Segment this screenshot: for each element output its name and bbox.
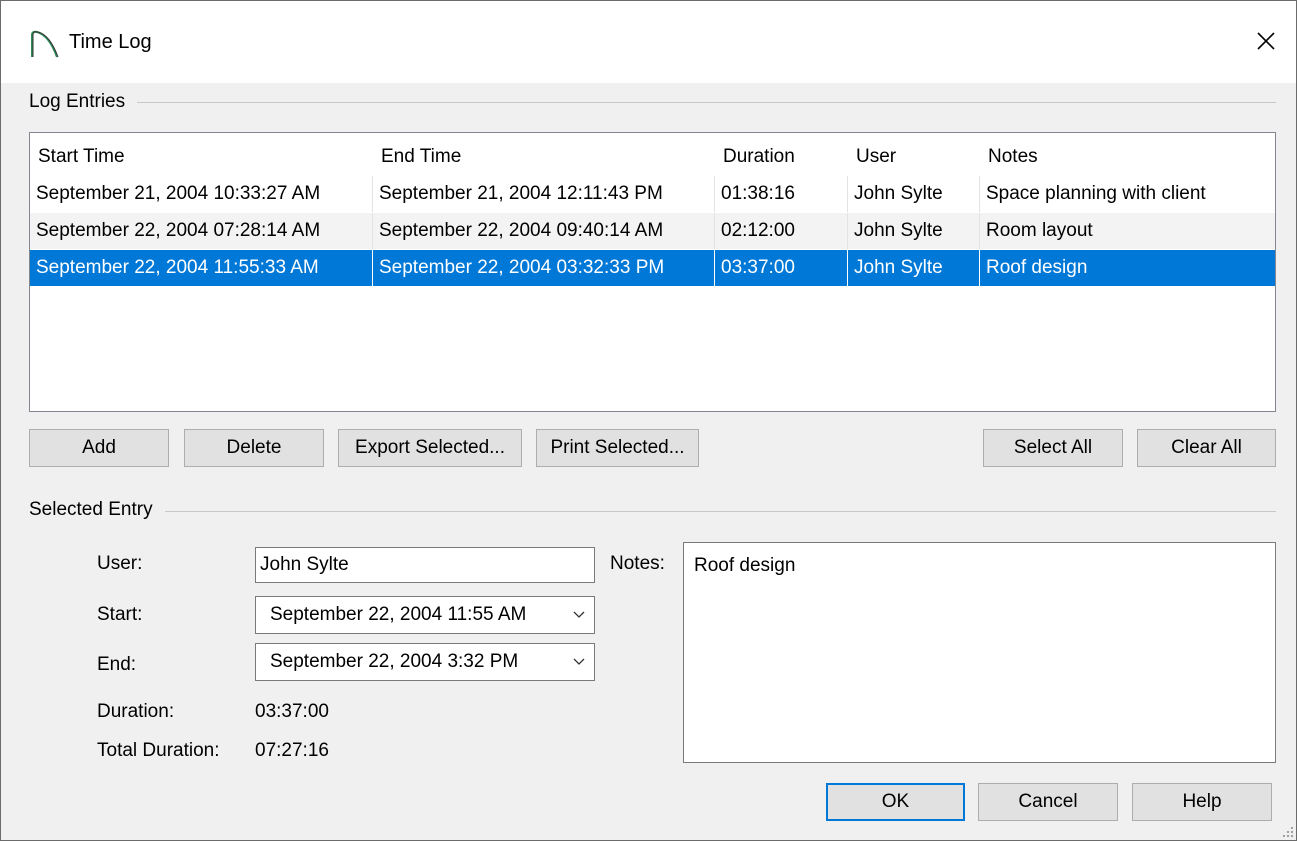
total-duration-label: Total Duration: xyxy=(97,740,220,761)
cell-duration: 01:38:16 xyxy=(715,176,848,212)
cell-user: John Sylte xyxy=(848,176,980,212)
table-row[interactable]: September 21, 2004 10:33:27 AM September… xyxy=(30,176,1275,212)
chevron-down-icon[interactable] xyxy=(572,655,586,669)
column-header-duration[interactable]: Duration xyxy=(717,139,848,175)
cell-end-time: September 22, 2004 09:40:14 AM xyxy=(373,213,715,249)
ok-button[interactable]: OK xyxy=(826,783,965,821)
user-field[interactable]: John Sylte xyxy=(255,547,595,583)
clear-all-button[interactable]: Clear All xyxy=(1137,429,1276,467)
log-entries-list[interactable]: Start Time End Time Duration User Notes … xyxy=(29,132,1276,412)
select-all-button[interactable]: Select All xyxy=(983,429,1123,467)
resize-grip-icon[interactable] xyxy=(1282,826,1294,838)
start-datetime-picker[interactable]: September 22, 2004 11:55 AM xyxy=(255,596,595,634)
table-row[interactable]: September 22, 2004 07:28:14 AM September… xyxy=(30,213,1275,249)
column-header-start-time[interactable]: Start Time xyxy=(32,139,374,175)
start-datetime-value: September 22, 2004 11:55 AM xyxy=(270,604,527,625)
end-label: End: xyxy=(97,654,137,675)
close-button[interactable] xyxy=(1244,21,1288,61)
cell-notes: Space planning with client xyxy=(986,183,1206,204)
end-datetime-value: September 22, 2004 3:32 PM xyxy=(270,651,519,672)
start-label: Start: xyxy=(97,604,143,625)
column-header-user[interactable]: User xyxy=(850,139,978,175)
cell-start-time: September 21, 2004 10:33:27 AM xyxy=(30,176,373,212)
title-bar: Time Log xyxy=(1,1,1296,83)
log-entries-divider xyxy=(29,102,1276,103)
list-header: Start Time End Time Duration User Notes xyxy=(30,139,1275,175)
selected-entry-divider xyxy=(29,511,1276,512)
time-log-dialog: Time Log Log Entries Start Time End Time… xyxy=(0,0,1297,841)
cell-duration: 02:12:00 xyxy=(715,213,848,249)
duration-value: 03:37:00 xyxy=(255,701,329,722)
chevron-down-icon[interactable] xyxy=(572,608,586,622)
user-label: User: xyxy=(97,553,143,574)
table-row-selected[interactable]: September 22, 2004 11:55:33 AM September… xyxy=(30,250,1275,286)
export-selected-button[interactable]: Export Selected... xyxy=(338,429,522,467)
notes-label: Notes: xyxy=(610,553,665,574)
total-duration-value: 07:27:16 xyxy=(255,740,329,761)
cell-start-time: September 22, 2004 11:55:33 AM xyxy=(30,250,373,286)
cell-notes: Roof design xyxy=(986,257,1088,278)
cell-end-time: September 22, 2004 03:32:33 PM xyxy=(373,250,715,286)
selected-entry-label: Selected Entry xyxy=(29,499,165,521)
column-header-notes[interactable]: Notes xyxy=(982,139,1272,175)
cell-start-time: September 22, 2004 07:28:14 AM xyxy=(30,213,373,249)
app-arc-icon xyxy=(31,30,59,58)
cell-end-time: September 21, 2004 12:11:43 PM xyxy=(373,176,715,212)
column-header-end-time[interactable]: End Time xyxy=(375,139,715,175)
add-button[interactable]: Add xyxy=(29,429,169,467)
end-datetime-picker[interactable]: September 22, 2004 3:32 PM xyxy=(255,643,595,681)
cell-user: John Sylte xyxy=(848,213,980,249)
cell-user: John Sylte xyxy=(848,250,980,286)
cell-duration: 03:37:00 xyxy=(715,250,848,286)
print-selected-button[interactable]: Print Selected... xyxy=(536,429,699,467)
duration-label: Duration: xyxy=(97,701,175,722)
notes-textarea[interactable]: Roof design xyxy=(683,542,1276,763)
help-button[interactable]: Help xyxy=(1132,783,1272,821)
delete-button[interactable]: Delete xyxy=(184,429,324,467)
cell-notes: Room layout xyxy=(986,220,1093,241)
window-title: Time Log xyxy=(69,31,152,53)
log-entries-label: Log Entries xyxy=(29,91,138,113)
cancel-button[interactable]: Cancel xyxy=(978,783,1118,821)
close-icon xyxy=(1257,32,1275,50)
